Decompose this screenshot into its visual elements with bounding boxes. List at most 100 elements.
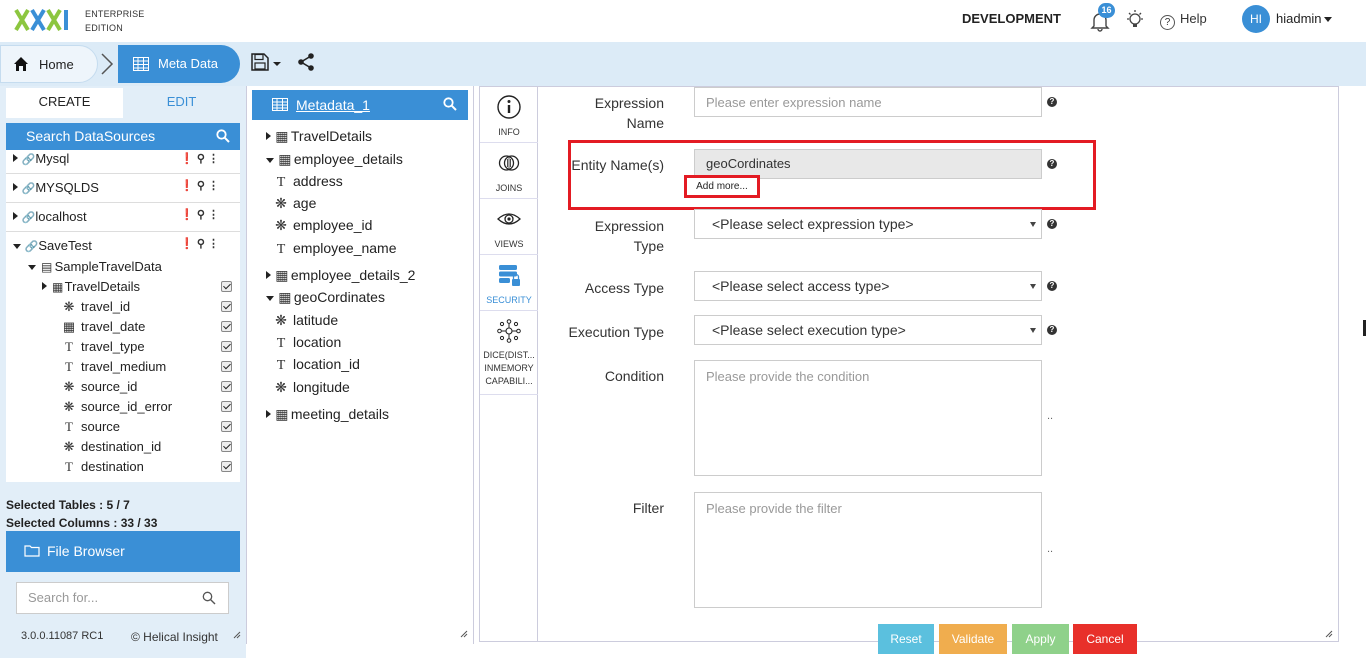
metadata-column[interactable]: ❋ employee_id: [274, 217, 372, 234]
metadata-table-traveldetails[interactable]: ▦ TravelDetails: [266, 128, 372, 145]
column-row[interactable]: Tsource: [6, 418, 240, 438]
datasource-savetest[interactable]: 🔗SaveTest ❗⚲⋮: [6, 236, 240, 256]
table-checkbox[interactable]: [221, 281, 232, 292]
help-question-icon[interactable]: ?: [1047, 97, 1057, 107]
column-row[interactable]: Ttravel_medium: [6, 358, 240, 378]
column-row[interactable]: ❋ source_id_error: [6, 398, 240, 418]
lightbulb-icon[interactable]: [1125, 9, 1145, 31]
add-more-button[interactable]: Add more...: [684, 175, 760, 198]
expand-icon[interactable]: [13, 154, 18, 162]
file-browser-button[interactable]: File Browser: [6, 531, 240, 572]
column-checkbox[interactable]: [221, 381, 232, 392]
execution-type-select[interactable]: <Please select execution type>: [694, 315, 1042, 345]
metadata-column[interactable]: Tlocation: [274, 334, 342, 352]
search-icon[interactable]: [443, 97, 457, 111]
column-checkbox[interactable]: [221, 401, 232, 412]
metadata-table-meeting-details[interactable]: ▦ meeting_details: [266, 406, 389, 423]
metadata-table-employee-details[interactable]: ▦ employee_details: [266, 151, 403, 168]
datasource-actions[interactable]: ❗⚲⋮: [180, 208, 222, 221]
datasource-mysqlds[interactable]: 🔗MYSQLDS ❗⚲⋮: [6, 175, 240, 203]
condition-more-icon[interactable]: ..: [1047, 410, 1053, 422]
breadcrumb-home[interactable]: Home: [0, 45, 98, 83]
column-checkbox[interactable]: [221, 461, 232, 472]
datasource-actions[interactable]: ❗⚲⋮: [180, 179, 222, 192]
cancel-button[interactable]: Cancel: [1073, 624, 1137, 654]
tab-create[interactable]: CREATE: [6, 88, 123, 118]
user-menu[interactable]: hiadmin: [1276, 11, 1332, 26]
column-checkbox[interactable]: [221, 301, 232, 312]
metadata-header[interactable]: Metadata_1: [252, 90, 468, 120]
validate-button[interactable]: Validate: [939, 624, 1007, 654]
condition-textarea[interactable]: [694, 360, 1042, 476]
column-checkbox[interactable]: [221, 321, 232, 332]
helical-logo[interactable]: [14, 6, 74, 34]
tab-views[interactable]: VIEWS: [480, 199, 538, 255]
metadata-title[interactable]: Metadata_1: [296, 97, 370, 113]
search-datasources-bar[interactable]: Search DataSources: [6, 123, 240, 150]
column-checkbox[interactable]: [221, 421, 232, 432]
resize-handle-icon[interactable]: [460, 630, 468, 638]
help-question-icon[interactable]: ?: [1047, 281, 1057, 291]
table-node[interactable]: ▦TravelDetails: [6, 278, 240, 298]
filter-more-icon[interactable]: ..: [1047, 543, 1053, 555]
expand-icon[interactable]: [13, 212, 18, 220]
filter-textarea[interactable]: [694, 492, 1042, 608]
datasource-actions[interactable]: ❗⚲⋮: [180, 237, 222, 250]
expression-name-input[interactable]: [694, 87, 1042, 117]
collapse-icon[interactable]: [28, 265, 36, 270]
column-row[interactable]: ▦ travel_date: [6, 318, 240, 338]
expand-icon[interactable]: [266, 271, 271, 279]
avatar[interactable]: HI: [1242, 5, 1270, 33]
help-link[interactable]: ? Help: [1160, 11, 1207, 30]
save-dropdown-icon[interactable]: [251, 53, 283, 73]
database-node[interactable]: ▤ SampleTravelData: [6, 258, 240, 278]
notification-badge[interactable]: 16: [1098, 3, 1115, 18]
tab-edit[interactable]: EDIT: [123, 88, 240, 118]
access-type-select[interactable]: <Please select access type>: [694, 271, 1042, 301]
help-question-icon[interactable]: ?: [1047, 325, 1057, 335]
collapse-icon[interactable]: [13, 244, 21, 249]
search-input[interactable]: [28, 583, 198, 611]
collapse-icon[interactable]: [266, 158, 274, 163]
tab-info[interactable]: INFO: [480, 87, 538, 143]
column-label: travel_type: [81, 339, 145, 354]
column-row[interactable]: Ttravel_type: [6, 338, 240, 358]
search-icon[interactable]: [216, 129, 230, 143]
expression-type-select[interactable]: <Please select expression type>: [694, 209, 1042, 239]
metadata-table-employee-details-2[interactable]: ▦ employee_details_2: [266, 267, 415, 284]
column-row[interactable]: Tdestination: [6, 458, 240, 478]
column-row[interactable]: ❋ travel_id: [6, 298, 240, 318]
breadcrumb-metadata[interactable]: Meta Data: [118, 45, 240, 83]
column-row[interactable]: ❋ destination_id: [6, 438, 240, 458]
search-icon[interactable]: [202, 591, 216, 605]
expand-icon[interactable]: [13, 183, 18, 191]
help-question-icon[interactable]: ?: [1047, 219, 1057, 229]
datasource-localhost[interactable]: 🔗localhost ❗⚲⋮: [6, 204, 240, 232]
resize-handle-icon[interactable]: [233, 631, 241, 639]
column-checkbox[interactable]: [221, 441, 232, 452]
resize-handle-icon[interactable]: [1325, 630, 1333, 638]
datasource-actions[interactable]: ❗⚲⋮: [180, 152, 222, 165]
tab-joins[interactable]: JOINS: [480, 143, 538, 199]
metadata-column[interactable]: Temployee_name: [274, 240, 397, 258]
tab-security[interactable]: SECURITY: [480, 255, 538, 311]
expand-icon[interactable]: [42, 282, 47, 290]
metadata-column[interactable]: ❋ longitude: [274, 379, 350, 396]
column-row[interactable]: ❋ source_id: [6, 378, 240, 398]
expand-icon[interactable]: [266, 410, 271, 418]
metadata-column[interactable]: ❋ latitude: [274, 312, 338, 329]
metadata-column[interactable]: Tlocation_id: [274, 356, 360, 374]
column-checkbox[interactable]: [221, 341, 232, 352]
share-icon[interactable]: [297, 53, 315, 71]
version-label: 3.0.0.11087 RC1: [21, 630, 104, 642]
column-checkbox[interactable]: [221, 361, 232, 372]
metadata-table-geocordinates[interactable]: ▦ geoCordinates: [266, 289, 385, 306]
tab-dice-inmemory[interactable]: DICE(DIST... INMEMORY CAPABILI...: [480, 311, 538, 395]
datasource-mysql[interactable]: 🔗Mysql ❗⚲⋮: [6, 150, 240, 174]
apply-button[interactable]: Apply: [1012, 624, 1069, 654]
collapse-icon[interactable]: [266, 296, 274, 301]
expand-icon[interactable]: [266, 132, 271, 140]
metadata-column[interactable]: Taddress: [274, 173, 343, 191]
reset-button[interactable]: Reset: [878, 624, 934, 654]
metadata-column[interactable]: ❋ age: [274, 195, 316, 212]
